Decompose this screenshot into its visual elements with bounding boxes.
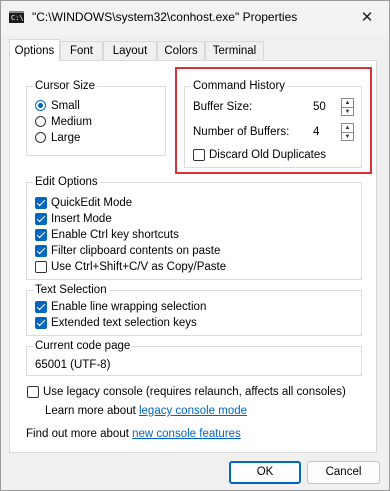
legacy-console-label: Use legacy console (requires relaunch, a… bbox=[43, 386, 346, 398]
cursor-medium-radio[interactable] bbox=[35, 116, 46, 127]
tab-font[interactable]: Font bbox=[60, 41, 103, 60]
code-page-title: Current code page bbox=[33, 339, 133, 353]
code-page-value: 65001 (UTF-8) bbox=[35, 359, 111, 371]
legacy-learn-prefix: Learn more about bbox=[45, 405, 139, 417]
window-title: "C:\WINDOWS\system32\conhost.exe" Proper… bbox=[32, 10, 298, 24]
legacy-learn-more: Learn more about legacy console mode bbox=[45, 403, 247, 419]
ctrl-shift-cv-label: Use Ctrl+Shift+C/V as Copy/Paste bbox=[51, 261, 227, 273]
extended-keys-checkbox[interactable] bbox=[35, 317, 47, 329]
line-wrapping-checkbox[interactable] bbox=[35, 301, 47, 313]
command-history-highlight bbox=[175, 67, 372, 174]
legacy-console-mode-link[interactable]: legacy console mode bbox=[139, 405, 247, 417]
new-features-prefix: Find out more about bbox=[26, 428, 133, 440]
filter-clipboard-label: Filter clipboard contents on paste bbox=[51, 245, 221, 257]
console-app-icon: C:\ bbox=[9, 11, 24, 23]
close-icon[interactable]: ✕ bbox=[353, 6, 381, 30]
cursor-small-label: Small bbox=[51, 100, 80, 112]
cursor-medium-label: Medium bbox=[51, 116, 92, 128]
ctrl-shortcuts-label: Enable Ctrl key shortcuts bbox=[51, 229, 179, 241]
cursor-small-radio[interactable] bbox=[35, 100, 46, 111]
cursor-size-title: Cursor Size bbox=[33, 79, 98, 93]
text-selection-group: Text Selection Enable line wrapping sele… bbox=[26, 283, 362, 336]
title-bar[interactable]: C:\ "C:\WINDOWS\system32\conhost.exe" Pr… bbox=[1, 1, 389, 35]
new-console-features-link[interactable]: new console features bbox=[132, 428, 241, 440]
properties-window: C:\ "C:\WINDOWS\system32\conhost.exe" Pr… bbox=[0, 0, 390, 491]
cursor-large-radio[interactable] bbox=[35, 132, 46, 143]
code-page-group: Current code page 65001 (UTF-8) bbox=[26, 339, 362, 376]
quickedit-checkbox[interactable] bbox=[35, 197, 47, 209]
ctrl-shift-cv-checkbox[interactable] bbox=[35, 261, 47, 273]
new-features-note: Find out more about new console features bbox=[26, 426, 241, 442]
tab-layout[interactable]: Layout bbox=[103, 41, 157, 60]
filter-clipboard-checkbox[interactable] bbox=[35, 245, 47, 257]
legacy-console-checkbox[interactable] bbox=[27, 386, 39, 398]
legacy-console-option[interactable]: Use legacy console (requires relaunch, a… bbox=[10, 384, 370, 400]
insert-mode-label: Insert Mode bbox=[51, 213, 112, 225]
edit-options-title: Edit Options bbox=[33, 175, 100, 189]
text-selection-title: Text Selection bbox=[33, 283, 109, 297]
cancel-button[interactable]: Cancel bbox=[307, 461, 380, 484]
insert-mode-checkbox[interactable] bbox=[35, 213, 47, 225]
tab-terminal[interactable]: Terminal bbox=[205, 41, 264, 60]
cursor-large-label: Large bbox=[51, 132, 81, 144]
quickedit-label: QuickEdit Mode bbox=[51, 197, 133, 209]
tab-options[interactable]: Options bbox=[9, 39, 60, 61]
ok-button[interactable]: OK bbox=[229, 461, 301, 484]
ctrl-shortcuts-checkbox[interactable] bbox=[35, 229, 47, 241]
tab-colors[interactable]: Colors bbox=[157, 41, 205, 60]
line-wrapping-label: Enable line wrapping selection bbox=[51, 301, 207, 313]
cursor-size-group: Cursor Size Small Medium Large bbox=[26, 79, 166, 156]
edit-options-group: Edit Options QuickEdit Mode Insert Mode … bbox=[26, 175, 362, 280]
extended-keys-label: Extended text selection keys bbox=[51, 317, 197, 329]
